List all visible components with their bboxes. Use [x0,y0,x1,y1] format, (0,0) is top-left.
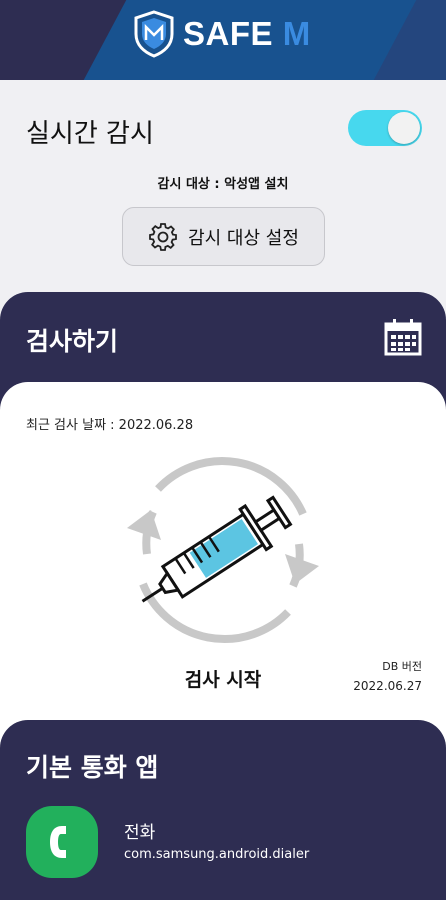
phone-icon [50,826,66,858]
shield-icon [134,10,174,58]
scan-title: 검사하기 [26,327,119,356]
brand-suffix: M [282,15,311,52]
gear-icon [149,222,177,251]
db-version-label: DB 버전 [382,660,422,673]
toggle-knob [388,112,420,144]
default-dialer-title: 기본 통화 앱 [26,753,159,782]
realtime-monitor-title: 실시간 감시 [26,119,154,149]
default-dialer-section: 기본 통화 앱 전화 com.samsung.android.dialer [0,720,446,900]
brand-prefix: SAFE [183,15,274,52]
brand-name: SAFE M [183,15,311,53]
last-scan-date: 최근 검사 날짜 : 2022.06.28 [26,418,194,433]
realtime-monitor-section: 실시간 감시 감시 대상 : 악성앱 설치 감시 대상 설정 [0,80,446,295]
app-header: SAFE M [0,0,446,80]
syringe-refresh-icon[interactable] [113,454,333,644]
dialer-app-package: com.samsung.android.dialer [124,847,310,862]
calendar-icon[interactable] [384,318,422,356]
scan-card: 최근 검사 날짜 : 2022.06.28 검사 시작 DB 버전 2022.0… [0,382,446,742]
realtime-monitor-toggle[interactable] [348,110,422,146]
dialer-app-name: 전화 [124,823,156,843]
app-logo: SAFE M [133,10,311,58]
monitor-target-text: 감시 대상 : 악성앱 설치 [157,177,289,192]
monitor-settings-label: 감시 대상 설정 [188,227,299,249]
db-version-date: 2022.06.27 [353,679,422,693]
dialer-app-icon[interactable] [26,806,98,878]
monitor-settings-button[interactable]: 감시 대상 설정 [122,207,325,266]
